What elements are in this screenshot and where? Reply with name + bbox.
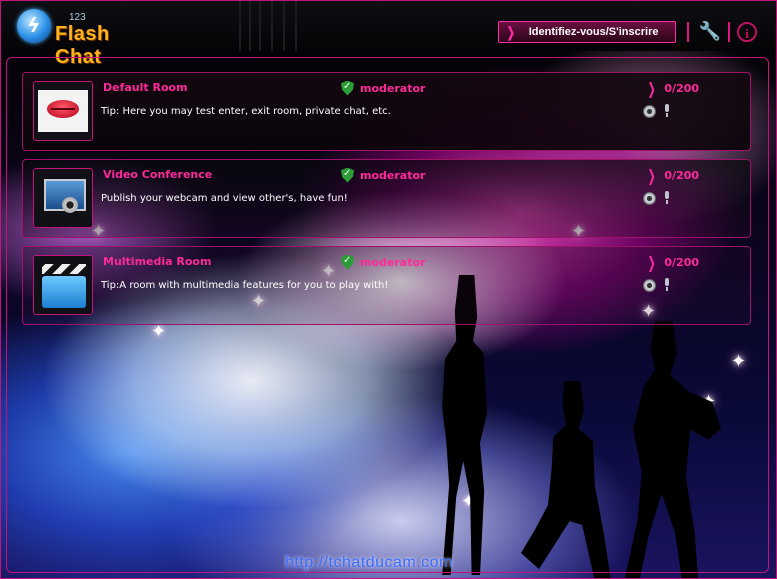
room-tip: Publish your webcam and view other's, ha…	[101, 193, 348, 204]
room-item-video-conference[interactable]: Video Conference moderator ❯ 0/200 Publi…	[22, 159, 751, 238]
info-icon[interactable]: i	[737, 22, 757, 42]
webcam-monitor-icon	[33, 168, 93, 228]
moderator-badge: moderator	[341, 254, 425, 270]
moderator-badge: moderator	[341, 167, 425, 183]
room-media-indicators	[643, 104, 672, 118]
moderator-label: moderator	[360, 81, 426, 95]
room-media-indicators	[643, 191, 672, 205]
chevron-right-icon: ❯	[647, 252, 656, 272]
user-count-value: 0/200	[664, 168, 700, 182]
webcam-icon	[643, 278, 656, 292]
moderator-label: moderator	[360, 168, 426, 182]
shield-check-icon	[341, 80, 354, 96]
microphone-icon	[662, 191, 672, 205]
room-name[interactable]: Video Conference	[103, 168, 212, 181]
divider	[687, 22, 689, 42]
login-register-label: Identifiez-vous/S'inscrire	[528, 26, 659, 38]
lips-icon	[33, 81, 93, 141]
microphone-icon	[662, 278, 672, 292]
wrench-icon[interactable]: 🔧	[698, 21, 722, 43]
user-count-value: 0/200	[664, 81, 700, 95]
chevron-right-icon: ❯	[647, 78, 656, 98]
webcam-icon	[643, 191, 656, 205]
shield-check-icon	[341, 167, 354, 183]
room-user-count[interactable]: ❯ 0/200	[645, 165, 700, 185]
moderator-badge: moderator	[341, 80, 425, 96]
app-window: ✦ ✦ ✦ ✦ ✦ ✦ ✦ ✦ ✦ ϟ 123 Flash Chat ❯ Ide…	[0, 0, 777, 579]
logo-number: 123	[69, 12, 86, 23]
site-url-watermark: http://tchatducam.com	[285, 554, 453, 571]
shield-check-icon	[341, 254, 354, 270]
header-decoration	[237, 1, 317, 51]
divider	[728, 22, 730, 42]
flash-chat-logo: ϟ 123 Flash Chat	[15, 9, 155, 68]
room-name[interactable]: Default Room	[103, 81, 188, 94]
webcam-icon	[643, 104, 656, 118]
room-tip: Tip: Here you may test enter, exit room,…	[101, 106, 391, 117]
room-user-count[interactable]: ❯ 0/200	[645, 252, 700, 272]
microphone-icon	[662, 104, 672, 118]
room-media-indicators	[643, 278, 672, 292]
chevron-right-icon: ❯	[506, 23, 515, 40]
lightning-bubble-icon: ϟ	[17, 9, 51, 43]
room-tip: Tip:A room with multimedia features for …	[101, 280, 389, 291]
top-bar: ϟ 123 Flash Chat ❯ Identifiez-vous/S'ins…	[1, 1, 776, 68]
clapperboard-icon	[33, 255, 93, 315]
room-item-default-room[interactable]: Default Room moderator ❯ 0/200 Tip: Here…	[22, 72, 751, 151]
room-item-multimedia-room[interactable]: Multimedia Room moderator ❯ 0/200 Tip:A …	[22, 246, 751, 325]
chevron-right-icon: ❯	[647, 165, 656, 185]
login-register-button[interactable]: ❯ Identifiez-vous/S'inscrire	[498, 21, 676, 43]
user-count-value: 0/200	[664, 255, 700, 269]
room-name[interactable]: Multimedia Room	[103, 255, 211, 268]
room-user-count[interactable]: ❯ 0/200	[645, 78, 700, 98]
moderator-label: moderator	[360, 255, 426, 269]
